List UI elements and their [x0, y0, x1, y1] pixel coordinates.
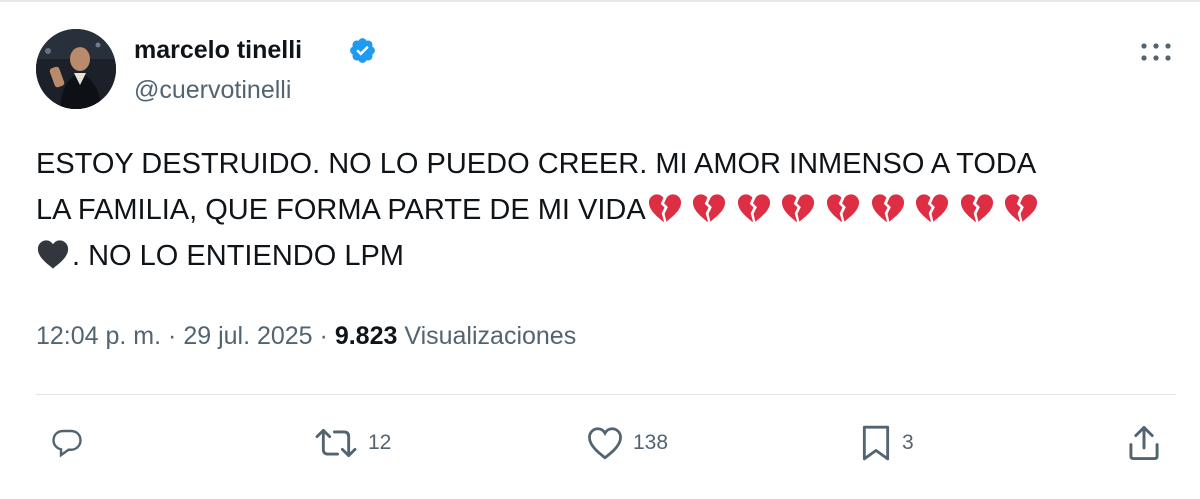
retweet-count: 12 — [368, 431, 392, 454]
top-divider — [0, 0, 1200, 2]
meta-separator: · — [168, 322, 177, 350]
display-name[interactable]: marcelo tinelli — [134, 34, 302, 66]
broken-heart-emoji-icon — [827, 194, 860, 222]
broken-heart-emoji-icon — [648, 194, 681, 222]
meta-separator: · — [319, 322, 328, 350]
broken-hearts-emoji-row — [648, 193, 1049, 224]
retweet-button[interactable]: 12 — [312, 423, 391, 463]
broken-heart-emoji-icon — [960, 194, 993, 222]
broken-heart-emoji-icon — [737, 194, 770, 222]
reply-icon — [52, 429, 82, 458]
broken-heart-emoji-icon — [782, 194, 815, 222]
tweet-text-segment: LA FAMILIA, QUE FORMA PARTE DE MI VIDA — [36, 194, 646, 226]
tweet-time[interactable]: 12:04 p. m. — [36, 322, 161, 350]
retweet-icon — [315, 428, 357, 458]
like-count: 138 — [633, 431, 669, 454]
heart-outline-icon — [588, 427, 622, 460]
verified-badge-icon — [350, 38, 375, 63]
avatar[interactable] — [36, 29, 116, 109]
tweet-text: ESTOY DESTRUIDO. NO LO PUEDO CREER. MI A… — [36, 141, 1186, 279]
tweet-text-line: ESTOY DESTRUIDO. NO LO PUEDO CREER. MI A… — [36, 148, 1037, 180]
tweet-date[interactable]: 29 jul. 2025 — [183, 322, 312, 350]
tweet-text-segment: . NO LO ENTIENDO LPM — [72, 240, 404, 272]
share-icon — [1129, 425, 1159, 461]
broken-heart-emoji-icon — [916, 194, 949, 222]
black-heart-emoji-icon — [37, 240, 69, 269]
broken-heart-emoji-icon — [871, 194, 904, 222]
views-label[interactable]: Visualizaciones — [404, 322, 576, 350]
more-options-icon[interactable] — [1138, 38, 1174, 66]
tweet-meta: 12:04 p. m. · 29 jul. 2025 · 9.823 Visua… — [36, 318, 576, 354]
user-handle[interactable]: @cuervotinelli — [134, 74, 291, 106]
like-button[interactable]: 138 — [585, 423, 668, 463]
bookmark-count: 3 — [902, 431, 914, 454]
share-button[interactable] — [1126, 423, 1170, 463]
tweet-text-line: LA FAMILIA, QUE FORMA PARTE DE MI VIDA — [36, 187, 1186, 233]
reply-button[interactable] — [48, 423, 94, 463]
broken-heart-emoji-icon — [1005, 194, 1038, 222]
bookmark-button[interactable]: 3 — [858, 423, 914, 463]
actions-divider — [36, 394, 1176, 395]
views-count[interactable]: 9.823 — [335, 322, 398, 350]
broken-heart-emoji-icon — [693, 194, 726, 222]
tweet-text-line: . NO LO ENTIENDO LPM — [36, 233, 1186, 279]
tweet-card: marcelo tinelli @cuervotinelli ESTOY DES… — [0, 0, 1200, 499]
bookmark-icon — [862, 425, 890, 461]
